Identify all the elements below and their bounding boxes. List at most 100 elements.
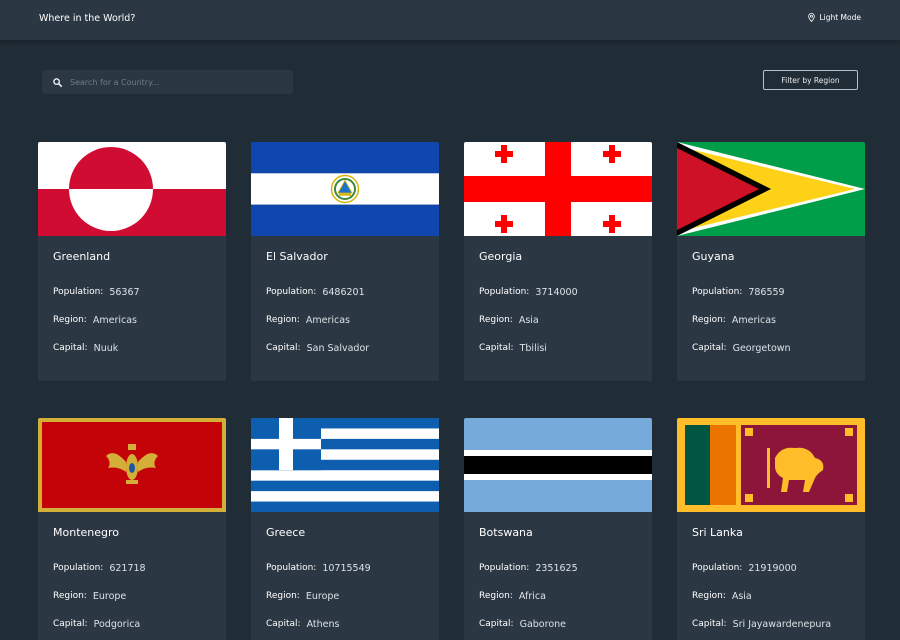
- capital-value: Sri Jayawardenepura: [732, 619, 832, 630]
- country-card-sri-lanka[interactable]: Sri Lanka Population: 21919000 Region: Asi…: [677, 418, 865, 640]
- country-name: Georgia: [479, 250, 523, 263]
- country-card-montenegro[interactable]: Montenegro Population: 621718 Region: Euro…: [38, 418, 226, 640]
- region-row: Region: Africa: [479, 591, 546, 602]
- capital-row: Capital: Gaborone: [479, 619, 566, 630]
- flag-image-greece: [251, 418, 439, 512]
- region-row: Region: Americas: [53, 315, 137, 326]
- region-value: Europe: [92, 591, 127, 602]
- capital-label: Capital:: [266, 343, 301, 353]
- region-value: Americas: [92, 315, 137, 326]
- region-row: Region: Europe: [53, 591, 126, 602]
- country-card-georgia[interactable]: Georgia Population: 3714000 Region: Asia C…: [464, 142, 652, 381]
- search-icon: [53, 77, 62, 87]
- capital-row: Capital: Georgetown: [692, 343, 791, 354]
- population-label: Population:: [692, 563, 743, 573]
- region-row: Region: Asia: [692, 591, 752, 602]
- country-name: Greece: [266, 526, 306, 539]
- flag-image-guyana: [677, 142, 865, 236]
- region-value: Europe: [305, 591, 340, 602]
- population-label: Population:: [53, 563, 104, 573]
- population-label: Population:: [479, 287, 530, 297]
- capital-value: Georgetown: [732, 343, 791, 354]
- app-header: Where in the World? Light Mode: [0, 0, 900, 40]
- population-value: 21919000: [748, 563, 797, 574]
- capital-value: Podgorica: [93, 619, 141, 630]
- region-row: Region: Europe: [266, 591, 339, 602]
- region-value: Asia: [731, 591, 752, 602]
- country-card-botswana[interactable]: Botswana Population: 2351625 Region: Afric…: [464, 418, 652, 640]
- capital-value: Nuuk: [93, 343, 119, 354]
- capital-row: Capital: Athens: [266, 619, 340, 630]
- country-card-el-salvador[interactable]: El Salvador Population: 6486201 Region: Am…: [251, 142, 439, 381]
- country-name: El Salvador: [266, 250, 328, 263]
- capital-row: Capital: Podgorica: [53, 619, 140, 630]
- country-name: Greenland: [53, 250, 111, 263]
- flag-image-el-salvador: [251, 142, 439, 236]
- app-title: Where in the World?: [39, 13, 136, 24]
- flag-image-sri-lanka: [677, 418, 865, 512]
- region-filter-dropdown[interactable]: Filter by Region: [763, 70, 858, 90]
- capital-value: Tbilisi: [519, 343, 547, 354]
- population-value: 10715549: [322, 563, 371, 574]
- capital-label: Capital:: [266, 619, 301, 629]
- country-card-guyana[interactable]: Guyana Population: 786559 Region: Americas…: [677, 142, 865, 381]
- capital-row: Capital: San Salvador: [266, 343, 369, 354]
- region-value: Asia: [518, 315, 539, 326]
- capital-row: Capital: Nuuk: [53, 343, 118, 354]
- population-row: Population: 621718: [53, 563, 146, 574]
- region-label: Region:: [692, 591, 726, 601]
- search-input[interactable]: [70, 77, 280, 87]
- population-row: Population: 6486201: [266, 287, 365, 298]
- population-row: Population: 786559: [692, 287, 785, 298]
- population-row: Population: 10715549: [266, 563, 371, 574]
- population-value: 2351625: [535, 563, 578, 574]
- region-label: Region:: [266, 315, 300, 325]
- population-value: 786559: [748, 287, 785, 298]
- region-value: Africa: [518, 591, 546, 602]
- population-label: Population:: [53, 287, 104, 297]
- population-value: 6486201: [322, 287, 365, 298]
- population-label: Population:: [266, 287, 317, 297]
- region-label: Region:: [692, 315, 726, 325]
- capital-row: Capital: Sri Jayawardenepura: [692, 619, 831, 630]
- region-filter-label: Filter by Region: [781, 75, 840, 85]
- flag-image-botswana: [464, 418, 652, 512]
- population-label: Population:: [692, 287, 743, 297]
- country-name: Sri Lanka: [692, 526, 743, 539]
- population-row: Population: 56367: [53, 287, 140, 298]
- country-name: Montenegro: [53, 526, 120, 539]
- capital-label: Capital:: [692, 619, 727, 629]
- population-row: Population: 3714000: [479, 287, 578, 298]
- region-value: Americas: [305, 315, 350, 326]
- country-name: Botswana: [479, 526, 533, 539]
- capital-label: Capital:: [53, 619, 88, 629]
- region-row: Region: Americas: [692, 315, 776, 326]
- capital-value: Athens: [306, 619, 340, 630]
- region-label: Region:: [53, 315, 87, 325]
- region-row: Region: Asia: [479, 315, 539, 326]
- country-name: Guyana: [692, 250, 735, 263]
- population-row: Population: 2351625: [479, 563, 578, 574]
- population-row: Population: 21919000: [692, 563, 797, 574]
- population-value: 56367: [109, 287, 140, 298]
- flag-image-georgia: [464, 142, 652, 236]
- capital-label: Capital:: [53, 343, 88, 353]
- capital-value: San Salvador: [306, 343, 370, 354]
- population-label: Population:: [479, 563, 530, 573]
- population-value: 621718: [109, 563, 146, 574]
- location-pin-icon: [808, 13, 816, 22]
- region-value: Americas: [731, 315, 776, 326]
- region-row: Region: Americas: [266, 315, 350, 326]
- search-bar[interactable]: [42, 70, 293, 94]
- theme-toggle-button[interactable]: Light Mode: [808, 13, 861, 22]
- region-label: Region:: [479, 315, 513, 325]
- capital-row: Capital: Tbilisi: [479, 343, 547, 354]
- capital-label: Capital:: [479, 619, 514, 629]
- flag-image-greenland: [38, 142, 226, 236]
- country-card-greenland[interactable]: Greenland Population: 56367 Region: Americ…: [38, 142, 226, 381]
- flag-image-montenegro: [38, 418, 226, 512]
- country-card-greece[interactable]: Greece Population: 10715549 Region: Europe…: [251, 418, 439, 640]
- region-label: Region:: [53, 591, 87, 601]
- theme-toggle-label: Light Mode: [819, 13, 861, 22]
- region-label: Region:: [266, 591, 300, 601]
